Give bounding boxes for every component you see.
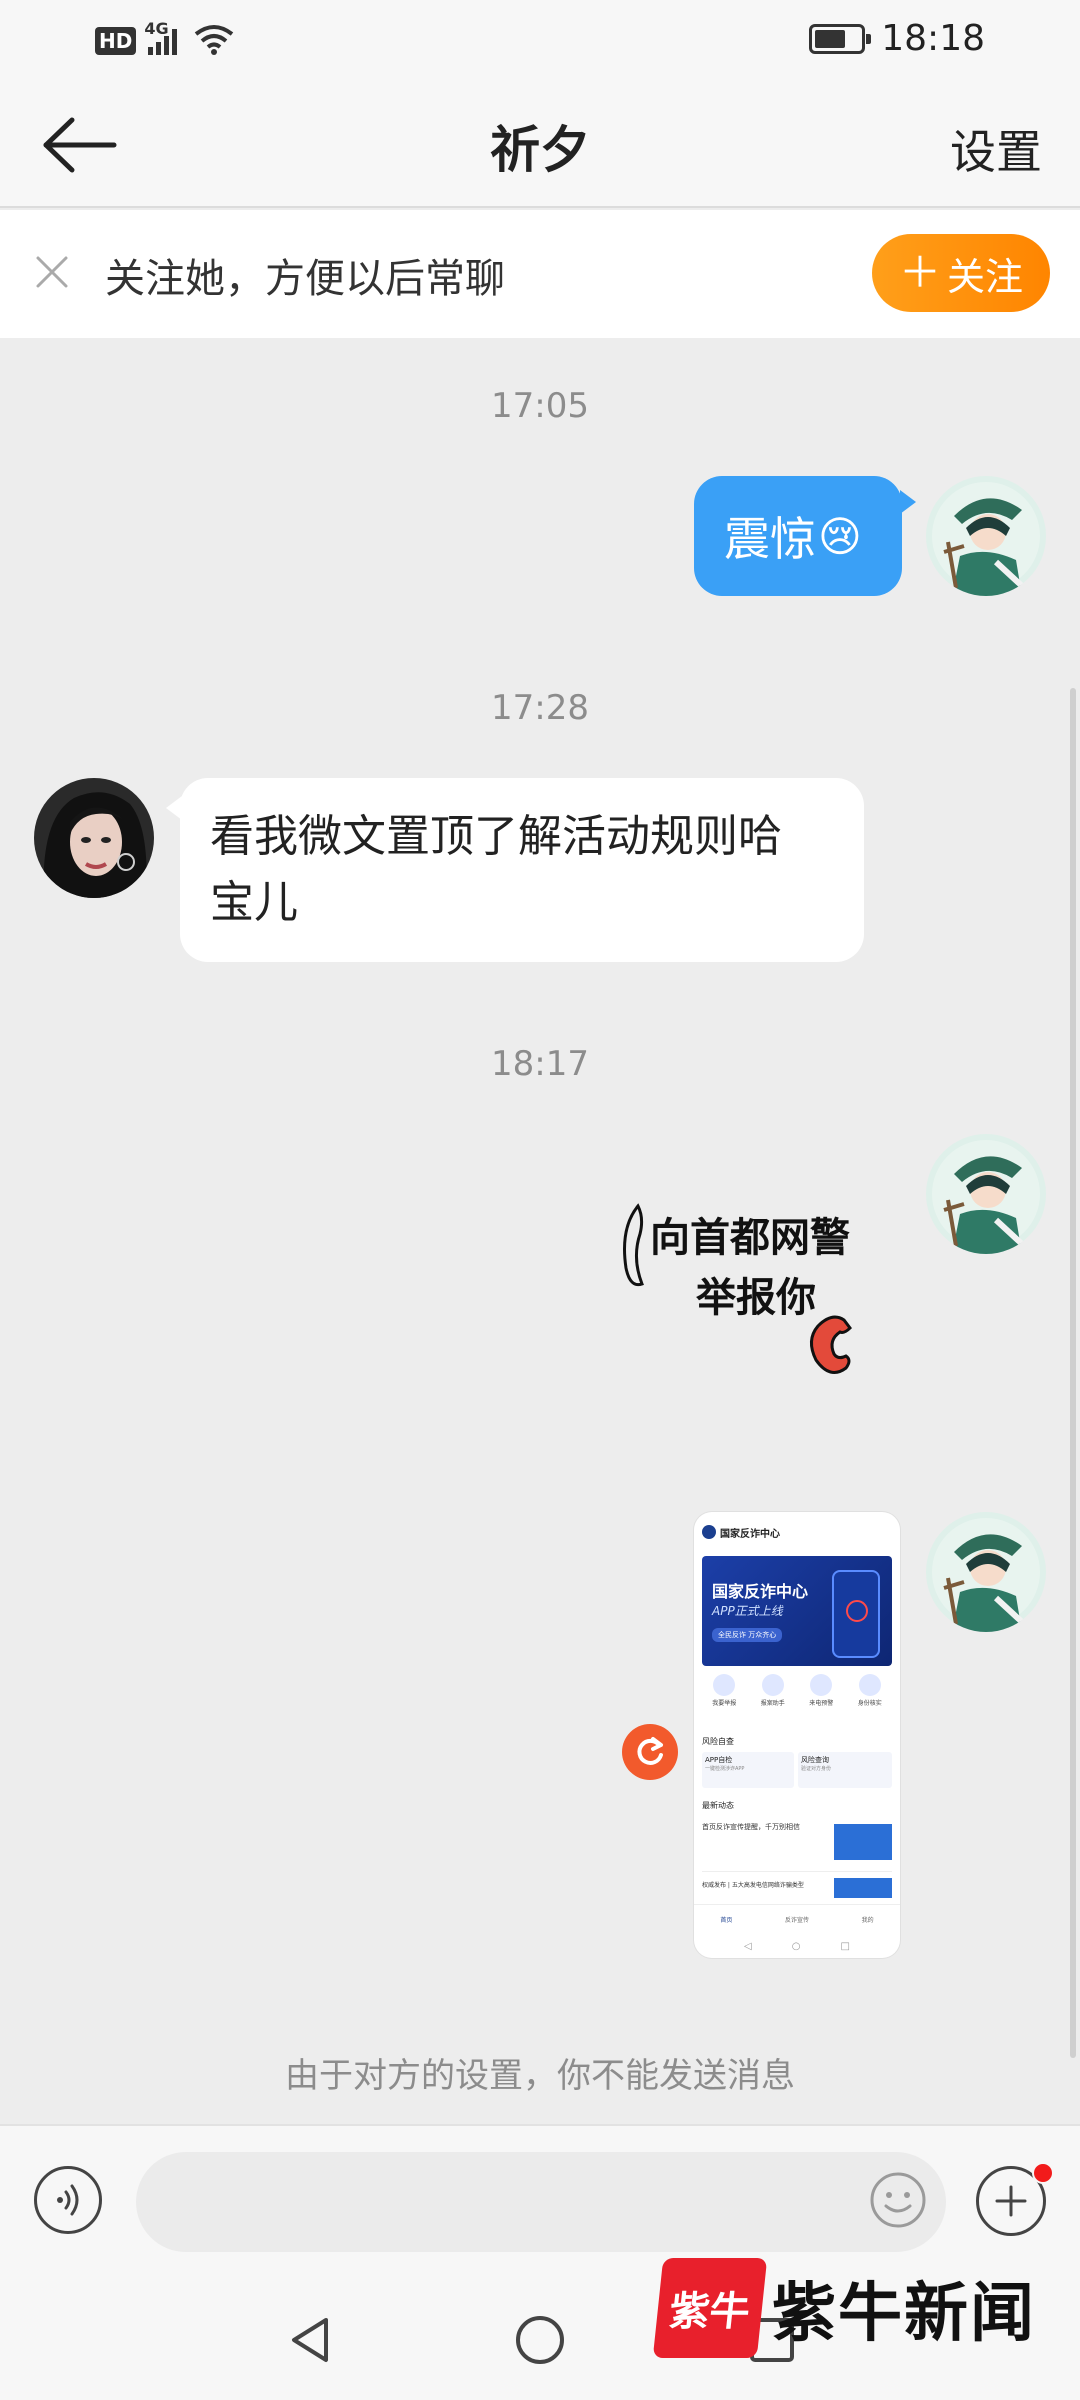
wifi-icon [192,22,236,60]
input-bar [0,2124,1080,2280]
hd-badge: HD [95,27,137,55]
signal-icon: 4G [144,19,184,57]
plus-icon: ＋ [898,248,941,297]
notification-dot [1032,2162,1054,2184]
image-message-screenshot[interactable]: 国家反诈中心 国家反诈中心 APP正式上线 全民反诈 万众齐心 我要举报 报案助… [694,1512,900,1958]
my-avatar[interactable] [926,1512,1046,1632]
follow-prompt-text: 关注她，方便以后常聊 [105,256,505,302]
nav-bar: 祈夕 设置 [0,80,1080,208]
cannot-send-notice: 由于对方的设置，你不能发送消息 [285,2056,795,2096]
shot-action: 身份核实 [858,1674,882,1730]
page-title: 祈夕 [490,121,590,179]
my-avatar[interactable] [926,1134,1046,1254]
message-timestamp: 18:17 [491,1044,589,1084]
settings-button[interactable]: 设置 [950,116,1042,182]
shot-news-item: 首页反诈宣传提醒，千万别相信 [702,1818,892,1872]
chat-list[interactable]: 17:05 震惊 😢 17:28 看我微文置顶了解活动规则哈 宝儿 18:17 … [0,338,1080,2124]
shot-news-item: 权威发布 | 五大高发电信网络诈骗类型 [702,1876,892,1900]
shot-quick-actions: 我要举报 报案助手 来电预警 身份核实 [700,1674,894,1730]
my-avatar[interactable] [926,476,1046,596]
shot-section-news: 最新动态 [702,1801,734,1810]
follow-banner: 关注她，方便以后常聊 ＋ 关注 [0,210,1080,338]
follow-button-label: 关注 [947,254,1024,299]
shot-banner-subtitle: APP正式上线 [712,1604,783,1618]
watermark-text: 紫牛新闻 [772,2276,1036,2351]
shot-banner-chip: 全民反诈 万众齐心 [712,1628,783,1642]
shot-action: 我要举报 [712,1674,736,1730]
home-circle-icon[interactable] [512,2312,568,2372]
shot-section-risk: 风险自查 [702,1737,734,1746]
shot-header: 国家反诈中心 [694,1512,900,1552]
shot-system-nav: ◁ ○ □ [744,1940,850,1952]
shot-risk-card: APP自检 一键检测涉诈APP [702,1752,794,1788]
resend-icon[interactable] [622,1724,678,1780]
shot-risk-card: 风险查询 验证对方身份 [798,1752,892,1788]
message-text-line: 宝儿 [210,877,298,928]
message-bubble-received[interactable]: 看我微文置顶了解活动规则哈 宝儿 [166,778,864,962]
shot-action: 来电预警 [809,1674,833,1730]
message-text: 震惊 [724,512,816,566]
shot-app-title: 国家反诈中心 [720,1528,780,1540]
shot-banner-title: 国家反诈中心 [712,1582,809,1601]
smiley-icon[interactable] [868,2170,928,2230]
status-right: 18:18 [809,18,985,59]
message-timestamp: 17:28 [491,688,589,728]
shot-banner: 国家反诈中心 APP正式上线 全民反诈 万众齐心 [702,1556,892,1666]
message-text-line: 看我微文置顶了解活动规则哈 [210,811,782,862]
sticker-text-line: 举报你 [696,1275,816,1321]
clock: 18:18 [881,18,985,59]
shot-action: 报案助手 [761,1674,785,1730]
status-left: HD 4G [95,19,236,60]
message-timestamp: 17:05 [491,386,589,426]
follow-button[interactable]: ＋ 关注 [872,234,1050,312]
sticker-report-to-police[interactable]: 向首都网警 举报你 [618,1188,888,1378]
shot-tabbar: 首页 反诈宣传 我的 [694,1904,900,1934]
contact-avatar[interactable] [34,778,154,898]
police-badge-icon [702,1525,716,1539]
back-triangle-icon[interactable] [282,2312,338,2372]
watermark-logo-badge: 紫牛 [652,2258,768,2358]
close-icon[interactable] [32,252,72,292]
voice-icon[interactable] [34,2166,102,2234]
sticker-text-line: 向首都网警 [650,1215,850,1261]
news-watermark: 紫牛 紫牛新闻 [652,2258,1068,2358]
message-bubble-sent[interactable]: 震惊 😢 [694,476,916,596]
battery-icon [809,23,872,54]
status-bar: HD 4G 18:18 [0,0,1080,80]
scrollbar[interactable] [1070,688,1076,2058]
shot-phone-graphic [832,1570,880,1658]
crying-emoji-icon: 😢 [818,511,862,561]
message-input[interactable] [136,2152,946,2252]
